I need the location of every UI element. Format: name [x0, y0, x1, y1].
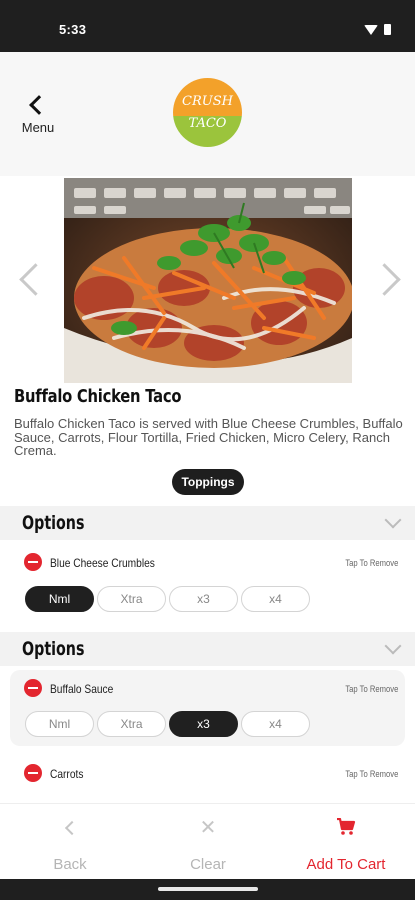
option-name: Blue Cheese Crumbles [50, 556, 155, 570]
back-to-menu-label: Menu [21, 120, 55, 135]
wifi-icon [364, 24, 378, 35]
options-title: Options [22, 638, 85, 660]
quantity-pills: Nml Xtra x3 x4 [25, 586, 310, 612]
add-to-cart-label: Add To Cart [306, 856, 386, 873]
logo-text-top: CRUSH [182, 94, 233, 109]
carousel-next-chevron-icon[interactable] [377, 262, 399, 298]
options-title: Options [22, 512, 85, 534]
logo-text-bottom: TACO [188, 116, 227, 131]
status-bar: 5:33 [0, 0, 415, 52]
screen: 5:33 Menu CRUSH TACO Buffalo Chicken Tac… [0, 0, 415, 900]
add-to-cart-button[interactable]: Add To Cart [290, 804, 402, 880]
chevron-left-icon [29, 95, 49, 115]
back-label: Back [53, 856, 87, 873]
pill-x3[interactable]: x3 [169, 711, 238, 737]
quantity-pills: Nml Xtra x3 x4 [25, 711, 310, 737]
toppings-button[interactable]: Toppings [172, 469, 244, 495]
back-button[interactable]: Back [30, 804, 110, 880]
remove-minus-icon[interactable] [24, 679, 42, 697]
back-to-menu-button[interactable]: Menu [14, 92, 62, 142]
option-row-carrots: Carrots Tap To Remove [10, 758, 405, 798]
tap-to-remove-label[interactable]: Tap To Remove [345, 558, 398, 568]
close-icon: ✕ [199, 817, 217, 839]
pill-x4[interactable]: x4 [241, 586, 310, 612]
option-name: Buffalo Sauce [50, 682, 114, 696]
product-description: Buffalo Chicken Taco is served with Blue… [14, 416, 403, 458]
product-title: Buffalo Chicken Taco [14, 386, 182, 407]
pill-xtra[interactable]: Xtra [97, 586, 166, 612]
chevron-left-icon [64, 820, 80, 836]
home-gesture-handle[interactable] [158, 887, 258, 891]
options-header-2[interactable]: Options [0, 632, 415, 666]
tap-to-remove-label[interactable]: Tap To Remove [345, 769, 398, 779]
option-row-blue-cheese: Blue Cheese Crumbles Tap To Remove Nml X… [10, 548, 405, 618]
pill-nml[interactable]: Nml [25, 586, 94, 612]
options-header-1[interactable]: Options [0, 506, 415, 540]
product-photo [64, 178, 352, 383]
remove-minus-icon[interactable] [24, 553, 42, 571]
system-nav-bar [0, 879, 415, 900]
cart-icon [336, 817, 356, 836]
pill-x4[interactable]: x4 [241, 711, 310, 737]
remove-minus-icon[interactable] [24, 764, 42, 782]
chevron-down-icon [384, 637, 402, 655]
chevron-down-icon [384, 511, 402, 529]
status-time: 5:33 [59, 22, 87, 37]
battery-icon [384, 24, 391, 35]
carousel-prev-chevron-icon[interactable] [18, 262, 40, 298]
crush-taco-logo: CRUSH TACO [173, 78, 242, 147]
bottom-action-bar: Back ✕ Clear Add To Cart [0, 803, 415, 879]
pill-nml[interactable]: Nml [25, 711, 94, 737]
clear-button[interactable]: ✕ Clear [168, 804, 248, 880]
option-row-buffalo-sauce: Buffalo Sauce Tap To Remove Nml Xtra x3 … [10, 670, 405, 746]
clear-label: Clear [190, 856, 226, 873]
status-icons [364, 24, 391, 35]
header: Menu CRUSH TACO [0, 52, 415, 176]
pill-xtra[interactable]: Xtra [97, 711, 166, 737]
pill-x3[interactable]: x3 [169, 586, 238, 612]
tap-to-remove-label[interactable]: Tap To Remove [345, 684, 398, 694]
option-name: Carrots [50, 767, 84, 781]
